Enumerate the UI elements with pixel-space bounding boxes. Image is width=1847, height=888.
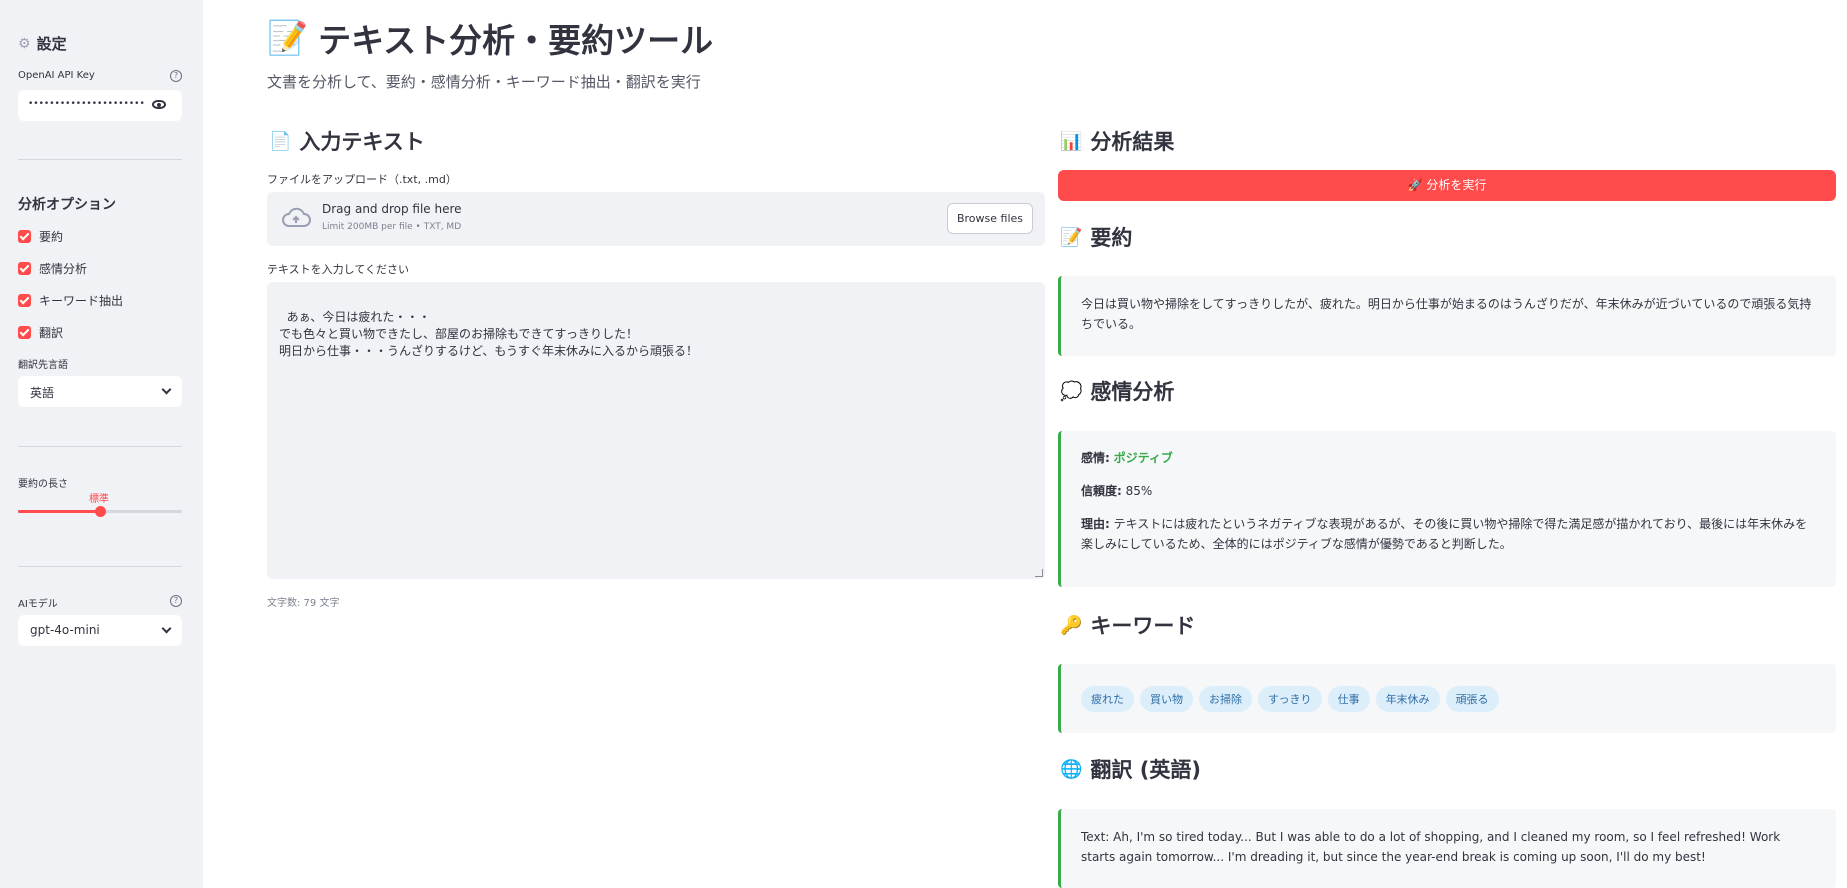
show-password-icon[interactable]	[152, 100, 166, 109]
dropzone-sub-text: Limit 200MB per file • TXT, MD	[322, 222, 462, 232]
resize-handle[interactable]	[1035, 569, 1043, 577]
chevron-down-icon	[161, 623, 172, 634]
translation-text: Text: Ah, I'm so tired today... But I wa…	[1081, 830, 1781, 864]
keyword-chip: 年末休み	[1375, 686, 1440, 712]
confidence-row: 信頼度: 85%	[1081, 481, 1816, 501]
summary-heading: 📝 要約	[1060, 222, 1132, 252]
model-label: AIモデル	[18, 599, 58, 610]
results-heading-text: 分析結果	[1090, 130, 1175, 154]
keyword-chip: 疲れた	[1081, 686, 1134, 712]
run-analysis-button[interactable]: 🚀 分析を実行	[1058, 170, 1836, 201]
options-heading: 分析オプション	[18, 197, 116, 213]
sentiment-row: 感情: ポジティブ	[1081, 448, 1816, 468]
help-icon[interactable]: ?	[170, 595, 182, 607]
input-heading-text: 入力テキスト	[299, 130, 425, 154]
divider	[18, 159, 182, 160]
input-heading: 📄 入力テキスト	[269, 126, 425, 156]
document-icon: 📄	[269, 130, 292, 152]
page-title: 📝 テキスト分析・要約ツール	[267, 14, 713, 62]
slider-thumb[interactable]	[95, 506, 106, 517]
browse-files-button[interactable]: Browse files	[947, 203, 1033, 234]
translation-card: Text: Ah, I'm so tired today... But I wa…	[1058, 809, 1836, 888]
upload-label: ファイルをアップロード（.txt, .md）	[267, 173, 457, 186]
summary-length-label: 要約の長さ	[18, 479, 68, 490]
summary-card: 今日は買い物や掃除をしてすっきりしたが、疲れた。明日から仕事が始まるのはうんざり…	[1058, 276, 1836, 356]
text-input-value: あぁ、今日は疲れた・・・ でも色々と買い物できたし、部屋のお掃除もできてすっきり…	[279, 310, 699, 358]
sentiment-heading-text: 感情分析	[1090, 380, 1175, 404]
checkbox-checked-icon	[18, 262, 31, 275]
memo-icon: 📝	[267, 18, 309, 57]
confidence-value: 85%	[1125, 484, 1153, 498]
keyword-chip: 買い物	[1140, 686, 1193, 712]
option-translate-checkbox[interactable]: 翻訳	[18, 324, 63, 341]
reason-text: テキストには疲れたというネガティブな表現があるが、その後に買い物や掃除で得た満足…	[1081, 517, 1808, 551]
text-input-area[interactable]: あぁ、今日は疲れた・・・ でも色々と買い物できたし、部屋のお掃除もできてすっきり…	[267, 282, 1045, 579]
checkbox-checked-icon	[18, 230, 31, 243]
slider-fill	[18, 510, 100, 513]
bar-chart-icon: 📊	[1060, 130, 1083, 152]
keywords-heading-text: キーワード	[1090, 614, 1196, 638]
option-summary-checkbox[interactable]: 要約	[18, 228, 63, 245]
summary-length-value: 標準	[89, 494, 109, 505]
target-lang-select[interactable]: 英語	[18, 376, 182, 407]
gear-icon: ⚙	[18, 35, 31, 52]
api-key-input[interactable]: ••••••••••••••••••••••••••••••••	[18, 90, 182, 121]
results-heading: 📊 分析結果	[1060, 126, 1174, 156]
option-label: キーワード抽出	[39, 294, 124, 308]
keyword-chip: 頑張る	[1445, 686, 1499, 712]
summary-length-slider[interactable]	[18, 506, 182, 517]
checkbox-checked-icon	[18, 326, 31, 339]
api-key-value: ••••••••••••••••••••••••••••••••	[28, 99, 146, 109]
option-label: 翻訳	[39, 326, 64, 340]
sentiment-value: ポジティブ	[1113, 451, 1173, 465]
model-value: gpt-4o-mini	[30, 623, 100, 637]
globe-icon: 🌐	[1060, 758, 1083, 780]
char-count: 文字数: 79 文字	[267, 598, 340, 609]
keyword-chips: 疲れた 買い物 お掃除 すっきり 仕事 年末休み 頑張る	[1081, 686, 1505, 712]
chevron-down-icon	[161, 384, 172, 395]
sidebar: ⚙ 設定 OpenAI API Key ? ••••••••••••••••••…	[0, 0, 203, 888]
thought-bubble-icon: 💭	[1060, 380, 1083, 402]
api-key-label: OpenAI API Key	[18, 70, 95, 81]
option-keyword-checkbox[interactable]: キーワード抽出	[18, 292, 123, 309]
option-label: 感情分析	[39, 262, 88, 276]
checkbox-checked-icon	[18, 294, 31, 307]
memo-icon: 📝	[1060, 226, 1083, 248]
keyword-chip: すっきり	[1258, 686, 1322, 712]
divider	[18, 446, 182, 447]
confidence-label: 信頼度:	[1081, 484, 1122, 498]
reason-row: 理由: テキストには疲れたというネガティブな表現があるが、その後に買い物や掃除で…	[1081, 514, 1816, 554]
dropzone-main-text: Drag and drop file here	[322, 202, 462, 216]
file-dropzone[interactable]: Drag and drop file here Limit 200MB per …	[267, 192, 1045, 246]
reason-label: 理由:	[1081, 517, 1110, 531]
option-label: 要約	[39, 230, 64, 244]
sentiment-heading: 💭 感情分析	[1060, 376, 1174, 406]
sidebar-title-text: 設定	[36, 35, 67, 53]
textarea-label: テキストを入力してください	[267, 263, 410, 276]
translation-heading-text: 翻訳 (英語)	[1090, 758, 1201, 782]
keyword-chip: お掃除	[1199, 686, 1252, 712]
sidebar-title: ⚙ 設定	[18, 33, 67, 54]
keywords-card: 疲れた 買い物 お掃除 すっきり 仕事 年末休み 頑張る	[1058, 664, 1836, 733]
key-icon: 🔑	[1060, 614, 1083, 636]
page-title-text: テキスト分析・要約ツール	[318, 21, 714, 60]
help-icon[interactable]: ?	[170, 70, 182, 82]
sentiment-label: 感情:	[1081, 451, 1110, 465]
summary-heading-text: 要約	[1090, 226, 1133, 250]
target-lang-value: 英語	[30, 386, 55, 400]
summary-text: 今日は買い物や掃除をしてすっきりしたが、疲れた。明日から仕事が始まるのはうんざり…	[1081, 297, 1812, 331]
cloud-upload-icon	[282, 207, 311, 227]
keywords-heading: 🔑 キーワード	[1060, 610, 1195, 640]
sentiment-card: 感情: ポジティブ 信頼度: 85% 理由: テキストには疲れたというネガティブ…	[1058, 431, 1836, 587]
divider	[18, 566, 182, 567]
translation-heading: 🌐 翻訳 (英語)	[1060, 754, 1201, 784]
page-subtitle: 文書を分析して、要約・感情分析・キーワード抽出・翻訳を実行	[267, 73, 701, 91]
option-sentiment-checkbox[interactable]: 感情分析	[18, 260, 87, 277]
target-lang-label: 翻訳先言語	[18, 360, 68, 371]
model-select[interactable]: gpt-4o-mini	[18, 615, 182, 646]
keyword-chip: 仕事	[1327, 686, 1370, 712]
